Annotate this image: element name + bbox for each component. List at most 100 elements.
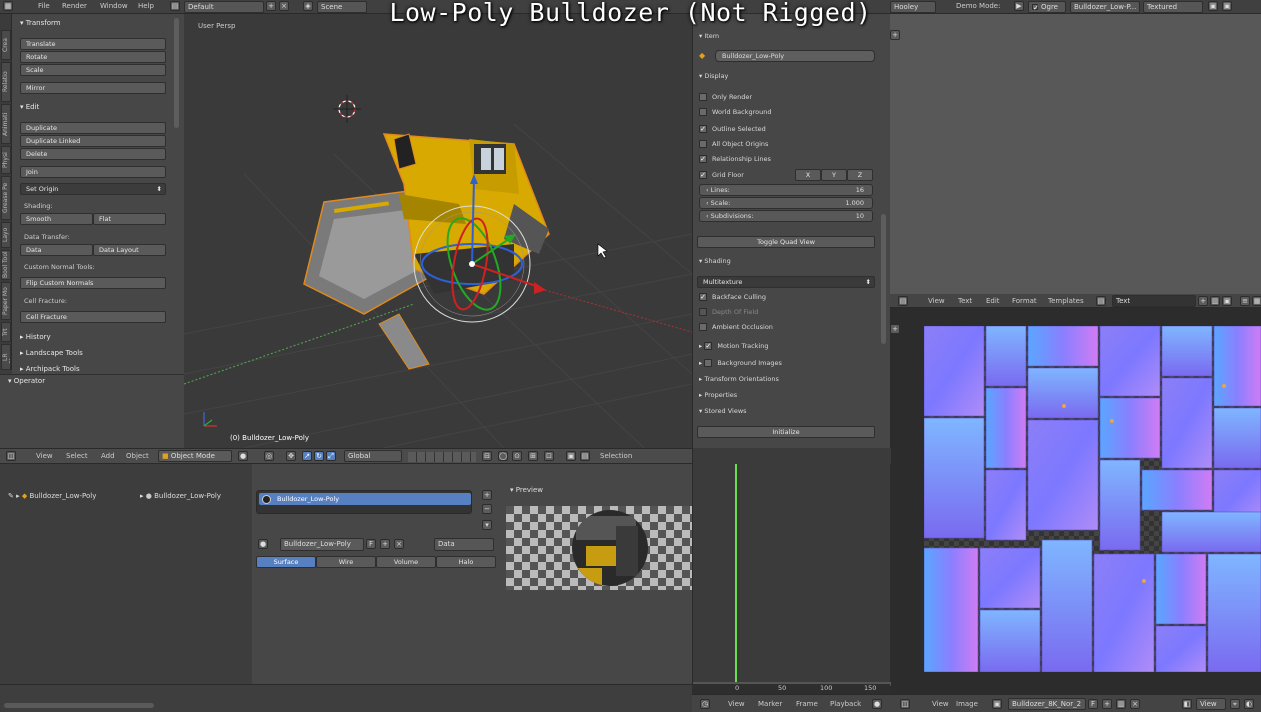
menu-select[interactable]: Select bbox=[66, 452, 88, 460]
corner-icon[interactable]: + bbox=[890, 30, 900, 40]
save-text-icon[interactable]: ▣ bbox=[1222, 296, 1232, 306]
translate-manipulator-icon[interactable]: ↗ bbox=[302, 451, 312, 461]
proportional-icon[interactable]: ◯ bbox=[498, 451, 508, 461]
3d-viewport[interactable]: User Persp (0) Bulldozer_Low-Poly bbox=[184, 14, 692, 448]
editor-type-icon[interactable]: ▦ bbox=[3, 1, 13, 11]
menu-window[interactable]: Window bbox=[100, 2, 128, 10]
cell-fracture-button[interactable]: Cell Fracture bbox=[20, 311, 166, 323]
snap-icon[interactable]: ⊙ bbox=[512, 451, 522, 461]
properties-panel[interactable]: ▸ Properties bbox=[699, 389, 875, 402]
shading-selector[interactable]: Textured bbox=[1143, 1, 1203, 13]
editor-type-icon[interactable]: ◷ bbox=[700, 699, 710, 709]
scale-button[interactable]: Scale bbox=[20, 64, 166, 76]
material-name-field[interactable]: Bulldozer_Low-Poly bbox=[280, 538, 364, 551]
toggle-quad-view-button[interactable]: Toggle Quad View bbox=[697, 236, 875, 248]
only-render-checkbox[interactable]: Only Render bbox=[699, 91, 875, 104]
editor-type-icon[interactable]: ◫ bbox=[6, 451, 16, 461]
remove-slot-icon[interactable]: − bbox=[482, 504, 492, 514]
material-slot-selected[interactable]: Bulldozer_Low-Poly bbox=[259, 493, 471, 505]
grid-scale-field[interactable]: ‹ Scale: 1.000 bbox=[699, 197, 873, 209]
menu-view[interactable]: View bbox=[36, 452, 53, 460]
tab-relations[interactable]: Relatio bbox=[1, 62, 11, 102]
add-layout-icon[interactable]: + bbox=[266, 1, 276, 11]
duplicate-linked-button[interactable]: Duplicate Linked bbox=[20, 135, 166, 147]
grid-floor-checkbox[interactable]: ✓ Grid Floor bbox=[699, 169, 799, 182]
open-image-icon[interactable]: ▥ bbox=[1116, 699, 1126, 709]
set-origin-dropdown[interactable]: Set Origin ⬍ bbox=[20, 183, 166, 195]
timeline[interactable] bbox=[692, 448, 891, 686]
corner-icon[interactable]: + bbox=[890, 324, 900, 334]
new-material-icon[interactable]: + bbox=[380, 539, 390, 549]
image-icon[interactable]: ▣ bbox=[992, 699, 1002, 709]
material-browse-icon[interactable]: ● bbox=[258, 539, 268, 549]
snap-element-icon[interactable]: ⊡ bbox=[544, 451, 554, 461]
duplicate-button[interactable]: Duplicate bbox=[20, 122, 166, 134]
text-field[interactable]: Text bbox=[1112, 295, 1196, 307]
initialize-button[interactable]: Initialize bbox=[697, 426, 875, 438]
menu-view[interactable]: View bbox=[928, 297, 945, 305]
image-editor[interactable]: + bbox=[890, 308, 1261, 694]
flat-button[interactable]: Flat bbox=[93, 213, 166, 225]
shading-mode-icon[interactable]: ● bbox=[238, 451, 248, 461]
flip-normals-button[interactable]: Flip Custom Normals bbox=[20, 277, 166, 289]
pivot-icon[interactable]: ◎ bbox=[264, 451, 274, 461]
delete-button[interactable]: Delete bbox=[20, 148, 166, 160]
grid-lines-field[interactable]: ‹ Lines: 16 bbox=[699, 184, 873, 196]
mode-selector[interactable]: ■ Object Mode bbox=[158, 450, 232, 462]
snap-target-icon[interactable]: ⊞ bbox=[528, 451, 538, 461]
link-data-selector[interactable]: Data bbox=[434, 538, 494, 551]
world-background-checkbox[interactable]: World Background bbox=[699, 106, 875, 119]
material-fake-user[interactable]: F bbox=[366, 539, 376, 549]
menu-view[interactable]: View bbox=[932, 700, 949, 708]
word-wrap-icon[interactable]: ▦ bbox=[1252, 296, 1261, 306]
motion-tracking-panel[interactable]: ▸ ✓ Motion Tracking bbox=[699, 340, 875, 353]
image-name-field[interactable]: Bulldozer_8K_Nor_2 bbox=[1008, 698, 1086, 710]
object-selector[interactable]: Bulldozer_Low-P... bbox=[1070, 1, 1140, 13]
menu-playback[interactable]: Playback bbox=[830, 700, 861, 708]
preview-panel-header[interactable]: ▾ Preview bbox=[510, 486, 543, 494]
data-button[interactable]: Data bbox=[20, 244, 93, 256]
tab-wire[interactable]: Wire bbox=[316, 556, 376, 568]
menu-format[interactable]: Format bbox=[1012, 297, 1037, 305]
render-icon[interactable]: ▣ bbox=[566, 451, 576, 461]
view-mode-selector[interactable]: View bbox=[1196, 698, 1226, 710]
open-text-icon[interactable]: ▥ bbox=[1210, 296, 1220, 306]
menu-help[interactable]: Help bbox=[138, 2, 154, 10]
new-image-icon[interactable]: + bbox=[1102, 699, 1112, 709]
object-name-field[interactable]: Bulldozer_Low-Poly bbox=[715, 50, 875, 62]
outliner-row-object[interactable]: ✎ ▸ ◆ Bulldozer_Low-Poly bbox=[8, 492, 96, 500]
data-layout-button[interactable]: Data Layout bbox=[93, 244, 166, 256]
tab-layout[interactable]: Layo bbox=[1, 222, 11, 248]
tab-volume[interactable]: Volume bbox=[376, 556, 436, 568]
props-scrollbar[interactable] bbox=[881, 214, 886, 344]
menu-view[interactable]: View bbox=[728, 700, 745, 708]
menu-templates[interactable]: Templates bbox=[1048, 297, 1084, 305]
multitexture-dropdown[interactable]: Multitexture ⬍ bbox=[697, 276, 875, 288]
rotate-manipulator-icon[interactable]: ↻ bbox=[314, 451, 324, 461]
lock-icon[interactable]: ⊟ bbox=[482, 451, 492, 461]
edit-panel-header[interactable]: ▾ Edit bbox=[14, 101, 180, 114]
all-origins-checkbox[interactable]: All Object Origins bbox=[699, 138, 875, 151]
menu-add[interactable]: Add bbox=[101, 452, 115, 460]
landscape-panel-header[interactable]: ▸ Landscape Tools bbox=[14, 347, 180, 360]
mirror-button[interactable]: Mirror bbox=[20, 82, 166, 94]
menu-text[interactable]: Text bbox=[958, 297, 972, 305]
layer-buttons[interactable] bbox=[408, 452, 476, 462]
background-images-panel[interactable]: ▸ Background Images bbox=[699, 357, 875, 370]
menu-frame[interactable]: Frame bbox=[796, 700, 818, 708]
manipulator-icon[interactable]: ✥ bbox=[286, 451, 296, 461]
axis-y-toggle[interactable]: Y bbox=[821, 169, 847, 181]
transform-orientations-panel[interactable]: ▸ Transform Orientations bbox=[699, 373, 875, 386]
transform-panel-header[interactable]: ▾ Transform bbox=[14, 17, 180, 30]
editor-type-icon[interactable]: ▤ bbox=[898, 296, 908, 306]
tab-grease-pencil[interactable]: Grease Pe bbox=[1, 176, 11, 220]
rotate-button[interactable]: Rotate bbox=[20, 51, 166, 63]
tab-lr-flare[interactable]: LR Flare bbox=[1, 344, 11, 370]
scene-field[interactable]: Scene bbox=[317, 1, 367, 13]
history-panel-header[interactable]: ▸ History bbox=[14, 331, 180, 344]
grid-subdivisions-field[interactable]: ‹ Subdivisions: 10 bbox=[699, 210, 873, 222]
current-frame-indicator[interactable] bbox=[735, 464, 737, 686]
operator-panel-header[interactable]: ▾ Operator bbox=[2, 375, 168, 388]
item-panel-header[interactable]: ▾ Item bbox=[699, 30, 875, 43]
fake-user-toggle[interactable]: F bbox=[1088, 699, 1098, 709]
